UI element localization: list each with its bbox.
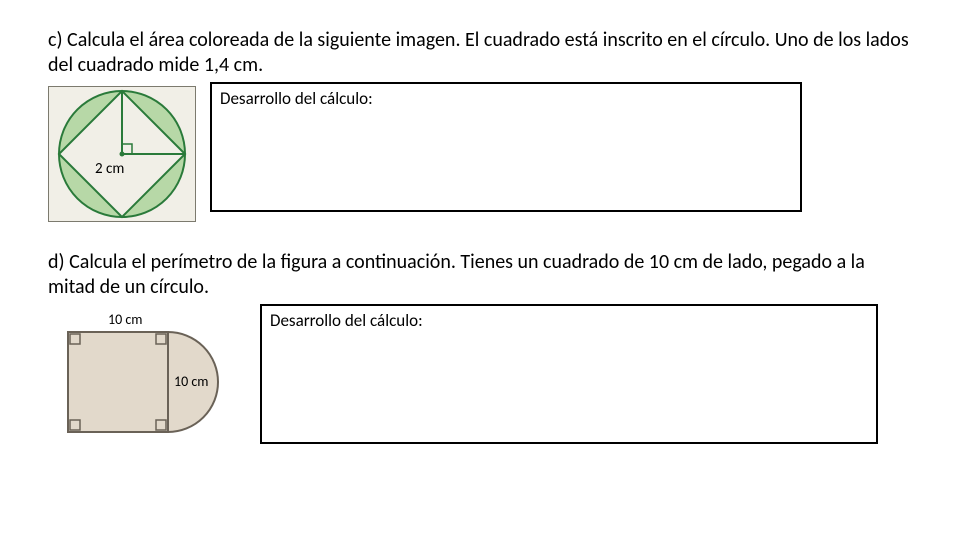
figure-c-svg: 2 cm (49, 87, 195, 221)
figure-d-svg: 10 cm 10 cm (48, 308, 246, 458)
label-10-top: 10 cm (108, 311, 142, 328)
radius-label: 2 cm (95, 160, 124, 178)
calc-box-d[interactable]: Desarrollo del cálculo: (260, 304, 878, 444)
label-10-side: 10 cm (174, 373, 208, 390)
calc-label-c: Desarrollo del cálculo: (220, 88, 373, 109)
calc-box-c[interactable]: Desarrollo del cálculo: (210, 82, 802, 212)
problem-d-prompt: d) Calcula el perímetro de la figura a c… (48, 250, 912, 300)
figure-c: 2 cm (48, 86, 196, 222)
problem-c-prompt: c) Calcula el área coloreada de la sigui… (48, 28, 912, 78)
problem-c-row: 2 cm Desarrollo del cálculo: (48, 82, 912, 222)
calc-label-d: Desarrollo del cálculo: (270, 310, 423, 331)
problem-d-row: 10 cm 10 cm Desarrollo del cálculo: (48, 304, 912, 458)
figure-d: 10 cm 10 cm (48, 308, 246, 458)
